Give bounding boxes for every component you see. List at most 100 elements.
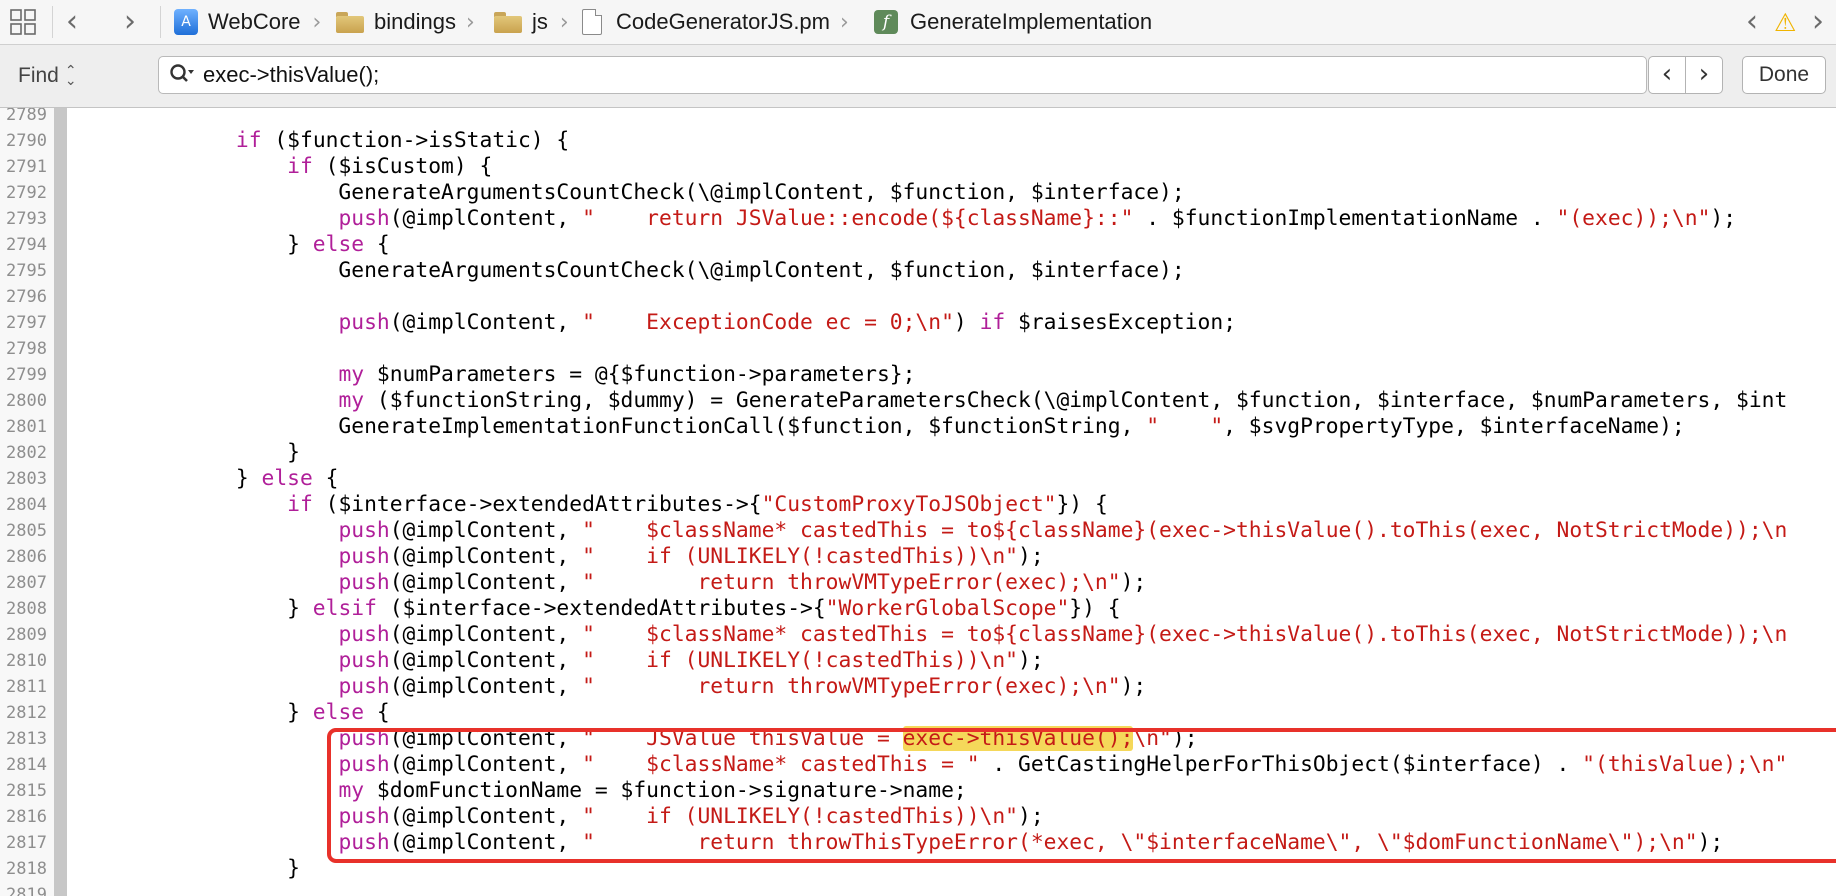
code-line[interactable]: 2794 } else { <box>0 232 1836 258</box>
breadcrumb-file[interactable]: CodeGeneratorJS.pm › <box>582 0 849 44</box>
code-line[interactable]: 2818 } <box>0 856 1836 882</box>
code-line[interactable]: 2805 push(@implContent, " $className* ca… <box>0 518 1836 544</box>
keyword-token: else <box>312 700 365 725</box>
code-line[interactable]: 2814 push(@implContent, " $className* ca… <box>0 752 1836 778</box>
search-match: exec->thisValue(); <box>902 726 1134 751</box>
code-line[interactable]: 2797 push(@implContent, " ExceptionCode … <box>0 310 1836 336</box>
code-line[interactable]: 2816 push(@implContent, " if (UNLIKELY(!… <box>0 804 1836 830</box>
code-line[interactable]: 2798 <box>0 336 1836 362</box>
code-line[interactable]: 2800 my ($functionString, $dummy) = Gene… <box>0 388 1836 414</box>
previous-issue-arrow-icon[interactable]: ‹ <box>1746 0 1758 44</box>
code-line[interactable]: 2815 my $domFunctionName = $function->si… <box>0 778 1836 804</box>
code-text[interactable]: my $domFunctionName = $function->signatu… <box>82 778 966 804</box>
code-line[interactable]: 2790 if ($function->isStatic) { <box>0 128 1836 154</box>
code-text[interactable]: } <box>82 440 300 466</box>
line-number: 2792 <box>6 183 47 203</box>
code-line[interactable]: 2819 <box>0 882 1836 896</box>
code-text[interactable]: my $numParameters = @{$function->paramet… <box>82 362 915 388</box>
code-text[interactable]: push(@implContent, " $className* castedT… <box>82 622 1787 648</box>
search-options-icon[interactable] <box>169 63 195 87</box>
code-line[interactable]: 2808 } elsif ($interface->extendedAttrib… <box>0 596 1836 622</box>
next-issue-arrow-icon[interactable]: › <box>1812 0 1824 44</box>
string-token: " " <box>1146 414 1224 439</box>
find-mode-selector[interactable]: Find ⌃ ⌄ <box>18 45 77 107</box>
code-token: ); <box>1120 674 1147 699</box>
code-line[interactable]: 2793 push(@implContent, " return JSValue… <box>0 206 1836 232</box>
code-token: ); <box>1171 726 1198 751</box>
code-token: { <box>364 700 390 725</box>
code-text[interactable]: GenerateArgumentsCountCheck(\@implConten… <box>82 258 1184 284</box>
code-line[interactable]: 2807 push(@implContent, " return throwVM… <box>0 570 1836 596</box>
code-line[interactable]: 2809 push(@implContent, " $className* ca… <box>0 622 1836 648</box>
code-text[interactable]: if ($interface->extendedAttributes->{"Cu… <box>82 492 1108 518</box>
code-token: }) { <box>1056 492 1108 517</box>
code-line[interactable]: 2803 } else { <box>0 466 1836 492</box>
related-items-grid-icon[interactable] <box>8 0 42 44</box>
find-search-field[interactable]: 1 ✕ <box>158 56 1801 94</box>
source-editor[interactable]: 2789 2790 if ($function->isStatic) {2791 … <box>0 108 1836 896</box>
code-token: } <box>82 700 313 725</box>
breadcrumb-bindings[interactable]: bindings › <box>336 0 475 44</box>
code-token: (@implContent, <box>389 622 583 647</box>
code-text[interactable]: } else { <box>82 700 390 726</box>
code-text[interactable]: GenerateArgumentsCountCheck(\@implConten… <box>82 180 1184 206</box>
breadcrumb-webcore[interactable]: A WebCore › <box>174 0 321 44</box>
code-text[interactable]: push(@implContent, " $className* castedT… <box>82 518 1787 544</box>
code-line[interactable]: 2806 push(@implContent, " if (UNLIKELY(!… <box>0 544 1836 570</box>
code-line[interactable]: 2795 GenerateArgumentsCountCheck(\@implC… <box>0 258 1836 284</box>
back-arrow-icon[interactable]: ‹ <box>66 0 78 44</box>
code-text[interactable]: } else { <box>82 466 339 492</box>
code-line[interactable]: 2801 GenerateImplementationFunctionCall(… <box>0 414 1836 440</box>
breadcrumb-function[interactable]: f GenerateImplementation <box>874 0 1152 44</box>
forward-arrow-icon[interactable]: › <box>124 0 136 44</box>
code-text[interactable]: push(@implContent, " return throwVMTypeE… <box>82 570 1146 596</box>
line-number: 2800 <box>6 391 47 411</box>
code-token: ); <box>1697 830 1724 855</box>
code-text[interactable]: GenerateImplementationFunctionCall($func… <box>82 414 1684 440</box>
code-text[interactable]: push(@implContent, " if (UNLIKELY(!caste… <box>82 648 1043 674</box>
line-number: 2815 <box>6 781 47 801</box>
code-text[interactable]: push(@implContent, " ExceptionCode ec = … <box>82 310 1236 336</box>
code-text[interactable]: push(@implContent, " return throwThisTyp… <box>82 830 1723 856</box>
code-text[interactable]: } <box>82 856 300 882</box>
code-text[interactable]: push(@implContent, " if (UNLIKELY(!caste… <box>82 804 1043 830</box>
code-line[interactable]: 2791 if ($isCustom) { <box>0 154 1836 180</box>
code-text[interactable]: push(@implContent, " return throwVMTypeE… <box>82 674 1146 700</box>
keyword-token: push <box>338 544 390 569</box>
code-text[interactable]: push(@implContent, " $className* castedT… <box>82 752 1787 778</box>
find-input[interactable] <box>203 59 1503 91</box>
keyword-token: my <box>338 388 365 413</box>
code-line[interactable]: 2802 } <box>0 440 1836 466</box>
code-text[interactable]: push(@implContent, " if (UNLIKELY(!caste… <box>82 544 1043 570</box>
done-button[interactable]: Done <box>1742 56 1826 94</box>
code-text[interactable]: } else { <box>82 232 390 258</box>
code-line[interactable]: 2811 push(@implContent, " return throwVM… <box>0 674 1836 700</box>
code-line[interactable]: 2792 GenerateArgumentsCountCheck(\@implC… <box>0 180 1836 206</box>
code-line[interactable]: 2817 push(@implContent, " return throwTh… <box>0 830 1836 856</box>
project-icon: A <box>174 9 198 35</box>
code-line[interactable]: 2812 } else { <box>0 700 1836 726</box>
code-text[interactable]: push(@implContent, " JSValue thisValue =… <box>82 726 1198 752</box>
code-text[interactable]: if ($isCustom) { <box>82 154 492 180</box>
keyword-token: else <box>261 466 313 491</box>
next-match-button[interactable]: › <box>1685 56 1723 94</box>
code-line[interactable]: 2810 push(@implContent, " if (UNLIKELY(!… <box>0 648 1836 674</box>
breadcrumb-js[interactable]: js › <box>494 0 569 44</box>
code-text[interactable]: if ($function->isStatic) { <box>82 128 569 154</box>
breadcrumb-label: CodeGeneratorJS.pm <box>616 9 830 34</box>
code-line[interactable]: 2799 my $numParameters = @{$function->pa… <box>0 362 1836 388</box>
code-token: (@implContent, <box>389 544 583 569</box>
code-text[interactable]: } elsif ($interface->extendedAttributes-… <box>82 596 1120 622</box>
code-line[interactable]: 2804 if ($interface->extendedAttributes-… <box>0 492 1836 518</box>
code-text[interactable]: my ($functionString, $dummy) = GenerateP… <box>82 388 1787 414</box>
warning-icon[interactable]: ⚠ <box>1774 0 1796 44</box>
code-line[interactable]: 2796 <box>0 284 1836 310</box>
line-number: 2799 <box>6 365 47 385</box>
previous-match-button[interactable]: ‹ <box>1648 56 1686 94</box>
code-text[interactable]: push(@implContent, " return JSValue::enc… <box>82 206 1736 232</box>
code-line[interactable]: 2813 push(@implContent, " JSValue thisVa… <box>0 726 1836 752</box>
code-line[interactable]: 2789 <box>0 108 1836 128</box>
